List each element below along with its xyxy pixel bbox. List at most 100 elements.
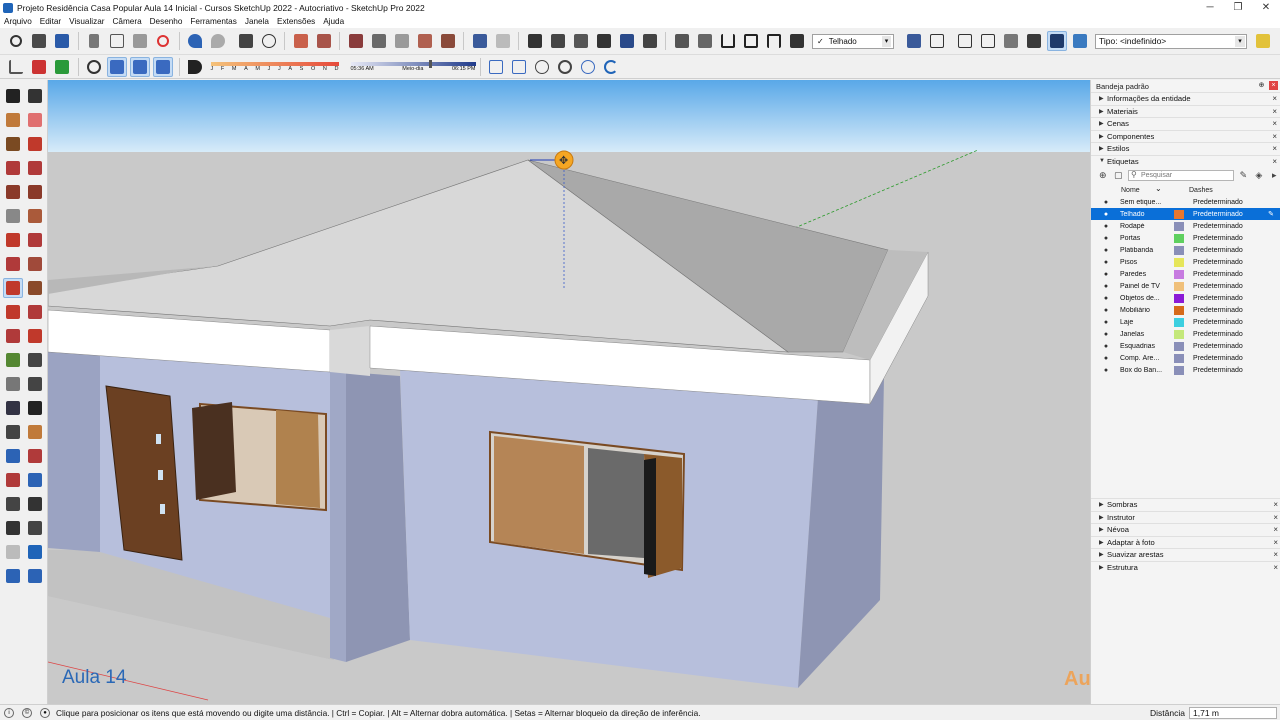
- redo-icon[interactable]: [208, 31, 228, 51]
- panel-estrutura[interactable]: ▶ Estrutura ×: [1091, 560, 1280, 573]
- pan-tool-icon[interactable]: [25, 422, 45, 442]
- maximize-button[interactable]: ❐: [1224, 0, 1252, 15]
- scale-tool-icon[interactable]: [3, 326, 23, 346]
- classifier-icon[interactable]: [1253, 31, 1273, 51]
- view-iso-icon[interactable]: [525, 31, 545, 51]
- tag-name[interactable]: Pisos: [1120, 259, 1172, 266]
- tag-color-swatch[interactable]: [1174, 233, 1184, 243]
- model-info-icon[interactable]: [259, 31, 279, 51]
- 3d-text-tool-icon[interactable]: [25, 398, 45, 418]
- tag-name[interactable]: Sem etique...: [1120, 199, 1172, 206]
- axes-tool-icon[interactable]: [25, 374, 45, 394]
- close-icon[interactable]: ×: [1272, 107, 1277, 116]
- walk-tool-icon[interactable]: [25, 494, 45, 514]
- undo-icon[interactable]: [185, 31, 205, 51]
- style-hidden-icon[interactable]: [955, 31, 975, 51]
- tag-row[interactable]: ● Comp. Áre... Predeterminado: [1091, 352, 1280, 364]
- col-name-header[interactable]: Nome: [1121, 184, 1165, 194]
- tag-row[interactable]: ● Mobiliário Predeterminado: [1091, 304, 1280, 316]
- close-icon[interactable]: ×: [1273, 563, 1278, 572]
- 3d-viewport[interactable]: ✥ Aula 14: [48, 80, 1090, 704]
- tag-name[interactable]: Rodapé: [1120, 223, 1172, 230]
- material-tool-icon[interactable]: [3, 134, 23, 154]
- tag-dashes[interactable]: Predeterminado: [1193, 355, 1243, 362]
- panel-estilos[interactable]: ▶ Estilos ×: [1091, 142, 1280, 155]
- circle-tool-icon[interactable]: [3, 206, 23, 226]
- tag-name[interactable]: Comp. Áre...: [1120, 355, 1172, 362]
- cloud-icon[interactable]: [532, 57, 552, 77]
- house-roof-icon[interactable]: [764, 31, 784, 51]
- col-dashes-header[interactable]: Dashes: [1189, 187, 1213, 194]
- report-icon[interactable]: [29, 57, 49, 77]
- stamp-tool-icon[interactable]: [3, 566, 23, 586]
- solid-tools-icon[interactable]: [415, 31, 435, 51]
- add-folder-icon[interactable]: ▢: [1112, 169, 1123, 181]
- panel-materiais[interactable]: ▶ Materiais ×: [1091, 104, 1280, 117]
- visibility-eye-icon[interactable]: ●: [1101, 355, 1111, 362]
- menu-visualizar[interactable]: Visualizar: [69, 17, 104, 26]
- tag-row[interactable]: ● Portas Predeterminado: [1091, 232, 1280, 244]
- tag-dashes[interactable]: Predeterminado: [1193, 211, 1243, 218]
- menu-ferramentas[interactable]: Ferramentas: [190, 17, 236, 26]
- orbit-tool-icon[interactable]: [25, 86, 45, 106]
- freehand-tool-icon[interactable]: [25, 158, 45, 178]
- visibility-eye-icon[interactable]: ●: [1101, 343, 1111, 350]
- refresh-icon[interactable]: [601, 57, 621, 77]
- visibility-eye-icon[interactable]: ●: [1101, 211, 1111, 218]
- move-cross-icon[interactable]: [84, 57, 104, 77]
- view-back-icon[interactable]: [617, 31, 637, 51]
- visibility-eye-icon[interactable]: ●: [1101, 235, 1111, 242]
- panel-adaptar-foto[interactable]: ▶ Adaptar à foto ×: [1091, 535, 1280, 548]
- close-icon[interactable]: ×: [1272, 144, 1277, 153]
- tag-dashes[interactable]: Predeterminado: [1193, 307, 1243, 314]
- tag-dashes[interactable]: Predeterminado: [1193, 295, 1243, 302]
- tag-row[interactable]: ● Platibanda Predeterminado: [1091, 244, 1280, 256]
- menu-extensoes[interactable]: Extensões: [277, 17, 315, 26]
- tag-color-swatch[interactable]: [1174, 221, 1184, 231]
- extension-warehouse-icon[interactable]: [695, 31, 715, 51]
- tag-name[interactable]: Platibanda: [1120, 247, 1172, 254]
- style-color-icon[interactable]: [1070, 31, 1090, 51]
- visibility-eye-icon[interactable]: ●: [1101, 247, 1111, 254]
- axes-icon[interactable]: [6, 57, 26, 77]
- pie-tool-icon[interactable]: [3, 254, 23, 274]
- tag-row[interactable]: ● Janelas Predeterminado: [1091, 328, 1280, 340]
- visibility-eye-icon[interactable]: ●: [1101, 295, 1111, 302]
- tag-name[interactable]: Laje: [1120, 319, 1172, 326]
- tag-dashes[interactable]: Predeterminado: [1193, 367, 1243, 374]
- tag-row[interactable]: ● Box do Ban... Predeterminado: [1091, 364, 1280, 376]
- export-icon[interactable]: [486, 57, 506, 77]
- view-right-icon[interactable]: [594, 31, 614, 51]
- style-wireframe-icon[interactable]: [927, 31, 947, 51]
- tag-row[interactable]: ● Esquadrias Predeterminado: [1091, 340, 1280, 352]
- panel-componentes[interactable]: ▶ Componentes ×: [1091, 129, 1280, 142]
- close-icon[interactable]: ×: [1269, 81, 1278, 90]
- cut-icon[interactable]: [84, 31, 104, 51]
- arc3-tool-icon[interactable]: [25, 254, 45, 274]
- tag-color-swatch[interactable]: [1174, 269, 1184, 279]
- visibility-eye-icon[interactable]: ●: [1101, 271, 1111, 278]
- make-component-icon[interactable]: [291, 31, 311, 51]
- arc2-tool-icon[interactable]: [25, 230, 45, 250]
- dimension-tool-icon[interactable]: [3, 398, 23, 418]
- prev-view-tool-icon[interactable]: [25, 470, 45, 490]
- zoom-window-tool-icon[interactable]: [25, 446, 45, 466]
- follow-tool-icon[interactable]: [25, 302, 45, 322]
- shadow-time-slider[interactable]: 05:36 AM Meio-dia 06:15 PM: [350, 58, 476, 76]
- panel-etiquetas[interactable]: ▼ Etiquetas ×: [1091, 154, 1280, 167]
- close-icon[interactable]: ×: [1272, 119, 1277, 128]
- warehouse-icon[interactable]: [672, 31, 692, 51]
- tag-color-swatch[interactable]: [1174, 281, 1184, 291]
- pencil-tool-icon[interactable]: [25, 134, 45, 154]
- tag-name[interactable]: Janelas: [1120, 331, 1172, 338]
- close-icon[interactable]: ×: [1272, 157, 1277, 166]
- add-tag-icon[interactable]: ⊕: [1097, 169, 1108, 181]
- open-folder-icon[interactable]: [29, 31, 49, 51]
- tag-dashes[interactable]: Predeterminado: [1193, 223, 1243, 230]
- minimize-button[interactable]: ─: [1196, 0, 1224, 15]
- polygon-tool-icon[interactable]: [25, 206, 45, 226]
- tag-row[interactable]: ● Objetos de... Predeterminado: [1091, 292, 1280, 304]
- menu-arquivo[interactable]: Arquivo: [4, 17, 32, 26]
- tag-row[interactable]: ● Rodapé Predeterminado: [1091, 220, 1280, 232]
- tag-color-swatch[interactable]: [1174, 365, 1184, 375]
